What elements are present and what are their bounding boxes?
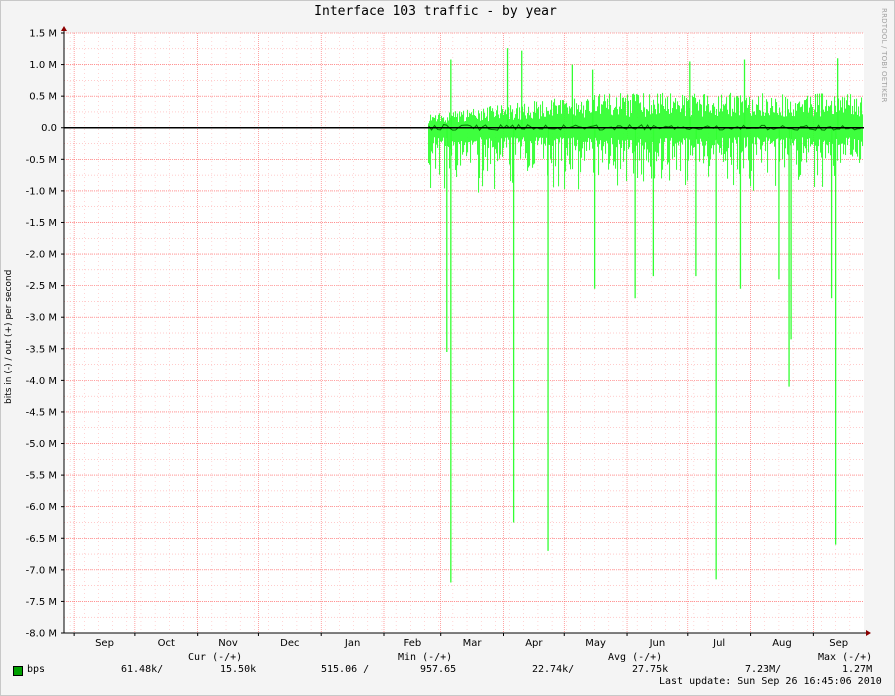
y-tick-label: -1.5 M (26, 218, 57, 229)
y-tick-label: -4.5 M (26, 407, 57, 418)
chart-svg: 1.5 M 1.0 M 0.5 M 0.0 -0.5 M -1.0 M -1.5 M -2.0… (26, 26, 871, 649)
x-tick-label: Dec (280, 638, 299, 649)
legend-max-out: 1.27M (842, 664, 873, 675)
legend-header-min: Min (-/+) (398, 652, 453, 663)
legend-min-in: 515.06 / (321, 664, 370, 675)
y-ticks: 1.5 M 1.0 M 0.5 M 0.0 -0.5 M -1.0 M -1.5 M -2.0… (26, 29, 64, 640)
y-tick-label: -7.0 M (26, 565, 57, 576)
y-tick-label: -6.5 M (26, 534, 57, 545)
legend-avg-out: 27.75k (632, 664, 669, 675)
y-tick-label: -8.0 M (26, 629, 57, 640)
legend-series-name: bps (27, 664, 46, 675)
y-axis-arrow (61, 26, 67, 31)
last-update: Last update: Sun Sep 26 16:45:06 2010 (659, 676, 882, 687)
legend-header-max: Max (-/+) (818, 652, 873, 663)
y-tick-label: 1.0 M (29, 60, 57, 71)
y-tick-label: -4.0 M (26, 376, 57, 387)
y-tick-label: -1.0 M (26, 186, 57, 197)
x-tick-label: Feb (403, 638, 421, 649)
x-tick-label: Jul (712, 638, 725, 649)
x-tick-label: Aug (772, 638, 792, 649)
legend-header-cur: Cur (-/+) (188, 652, 243, 663)
legend-min-out: 957.65 (420, 664, 457, 675)
x-tick-label: Apr (525, 638, 543, 649)
legend-avg-in: 22.74k/ (532, 664, 575, 675)
x-tick-label: Jun (649, 638, 666, 649)
x-tick-label: Oct (158, 638, 175, 649)
legend-swatch (13, 666, 23, 676)
x-tick-label: Sep (95, 638, 114, 649)
x-ticks: Sep Oct Nov Dec Jan Feb Mar Apr May Jun Jul Aug Sep (73, 633, 848, 649)
x-tick-label: Nov (218, 638, 238, 649)
y-tick-label: -5.0 M (26, 439, 57, 450)
y-tick-label: 0.5 M (29, 92, 57, 103)
x-tick-label: Sep (829, 638, 848, 649)
y-tick-label: -5.5 M (26, 471, 57, 482)
y-tick-label: -2.0 M (26, 250, 57, 261)
x-axis-arrow (866, 630, 871, 636)
y-tick-label: 1.5 M (29, 29, 57, 40)
x-tick-label: May (585, 638, 606, 649)
x-tick-label: Mar (463, 638, 483, 649)
legend-header-avg: Avg (-/+) (608, 652, 663, 663)
x-tick-label: Jan (344, 638, 360, 649)
y-tick-label: -0.5 M (26, 155, 57, 166)
legend-cur-in: 61.48k/ (121, 664, 164, 675)
y-tick-label: 0.0 (41, 123, 57, 134)
legend-max-in: 7.23M/ (745, 664, 782, 675)
y-tick-label: -3.0 M (26, 313, 57, 324)
y-tick-label: -3.5 M (26, 344, 57, 355)
y-tick-label: -6.0 M (26, 502, 57, 513)
y-tick-label: -7.5 M (26, 597, 57, 608)
y-tick-label: -2.5 M (26, 281, 57, 292)
legend-cur-out: 15.50k (220, 664, 257, 675)
